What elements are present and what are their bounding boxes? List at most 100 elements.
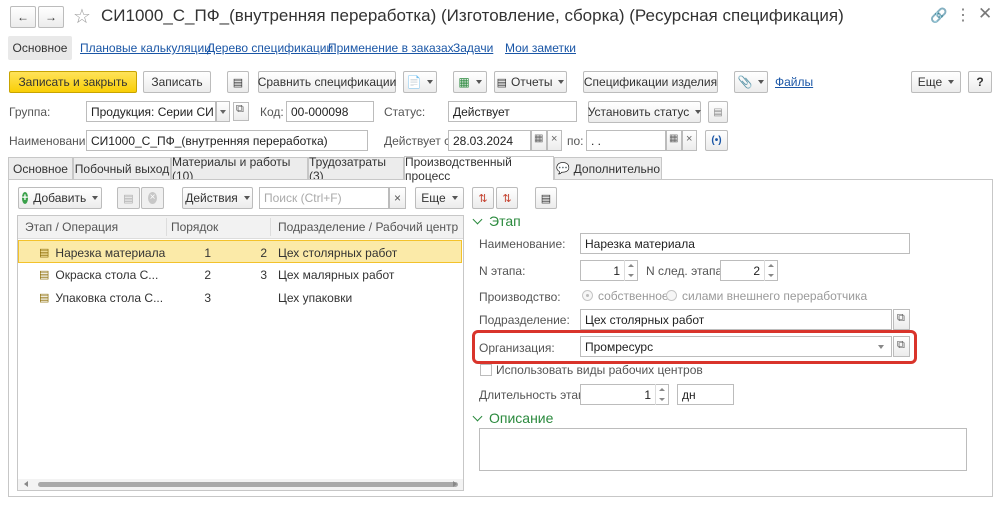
back-button[interactable]: ← bbox=[10, 6, 36, 28]
duration-unit-field[interactable]: дн bbox=[677, 384, 734, 405]
compare-specs-button[interactable]: Сравнить спецификации bbox=[258, 71, 396, 93]
report-button[interactable]: ▤ bbox=[535, 187, 557, 209]
organization-open-button[interactable]: ⧉ bbox=[893, 336, 910, 357]
valid-from-calendar-button[interactable]: ▦ bbox=[531, 130, 547, 151]
add-button[interactable]: + Добавить bbox=[18, 187, 102, 209]
sort-up-icon: ⇅ bbox=[478, 192, 488, 205]
table-row[interactable]: ▤ Нарезка материала 1 2 Цех столярных ра… bbox=[18, 240, 462, 263]
nav-item-plan-calc[interactable]: Плановые калькуляции bbox=[80, 41, 211, 55]
search-clear-button[interactable]: × bbox=[389, 187, 406, 209]
save-button[interactable]: Записать bbox=[143, 71, 211, 93]
order-cell: 2 bbox=[204, 267, 211, 282]
table-row[interactable]: ▤ Окраска стола С... 2 3 Цех малярных ра… bbox=[18, 263, 462, 286]
table-row[interactable]: ▤ Упаковка стола С... 3 Цех упаковки bbox=[18, 286, 462, 309]
name-field[interactable]: СИ1000_С_ПФ_(внутренняя переработка) bbox=[86, 130, 368, 151]
document-list-button[interactable]: ▤ bbox=[227, 71, 249, 93]
scroll-thumb[interactable] bbox=[38, 482, 458, 487]
forward-button[interactable]: → bbox=[38, 6, 64, 28]
description-textarea[interactable] bbox=[479, 428, 967, 471]
group-open-button[interactable]: ⧉ bbox=[233, 102, 249, 121]
open-icon: ⧉ bbox=[897, 339, 905, 351]
tab-production-process[interactable]: Производственный процесс bbox=[404, 155, 554, 183]
valid-to-calendar-button[interactable]: ▦ bbox=[666, 130, 682, 151]
col-order-header[interactable]: Порядок bbox=[171, 217, 218, 237]
history-icon: ▤ bbox=[713, 106, 723, 118]
delete-button[interactable]: × bbox=[141, 187, 164, 209]
valid-to-field[interactable]: . . bbox=[586, 130, 666, 151]
organization-dropdown-icon[interactable] bbox=[878, 345, 884, 349]
clear-icon: × bbox=[394, 191, 402, 205]
more-button[interactable]: Еще bbox=[911, 71, 961, 93]
tab-materials[interactable]: Материалы и работы (10) bbox=[171, 155, 308, 183]
create-doc-icon: 📄 bbox=[406, 75, 422, 89]
tab-labor[interactable]: Трудозатраты (3) bbox=[308, 155, 404, 183]
table-more-button[interactable]: Еще bbox=[415, 187, 464, 209]
favorite-star-icon[interactable]: ☆ bbox=[73, 4, 91, 29]
group-field[interactable]: Продукция: Серии СИ и Т bbox=[86, 101, 216, 122]
close-icon[interactable]: ✕ bbox=[978, 4, 992, 24]
stage-icon: ▤ bbox=[39, 269, 50, 281]
clear-icon: × bbox=[686, 133, 693, 145]
copy-button[interactable]: ▤ bbox=[117, 187, 140, 209]
description-section-title[interactable]: Описание bbox=[472, 410, 553, 426]
nav-item-main[interactable]: Основное bbox=[8, 36, 72, 60]
stage-icon: ▤ bbox=[39, 247, 50, 259]
document-list-icon: ▤ bbox=[232, 76, 244, 89]
stage-number-spinner[interactable] bbox=[624, 260, 636, 281]
next-cell bbox=[219, 286, 267, 309]
use-wc-types-label: Использовать виды рабочих центров bbox=[496, 363, 703, 377]
open-icon: ⧉ bbox=[236, 103, 244, 115]
related-docs-button[interactable]: ▦ bbox=[453, 71, 487, 93]
search-input[interactable]: Поиск (Ctrl+F) bbox=[259, 187, 389, 209]
valid-to-clear-button[interactable]: × bbox=[682, 130, 697, 151]
move-up-button[interactable]: ⇅ bbox=[472, 187, 494, 209]
nav-item-notes[interactable]: Мои заметки bbox=[505, 41, 576, 55]
stage-name-field[interactable]: Нарезка материала bbox=[580, 233, 910, 254]
period-icon: (•) bbox=[711, 135, 722, 146]
duration-label: Длительность этапа: bbox=[479, 388, 595, 402]
code-label: Код: bbox=[260, 105, 284, 119]
code-field[interactable]: 00-000098 bbox=[286, 101, 374, 122]
department-open-button[interactable]: ⧉ bbox=[893, 309, 910, 330]
attachments-button[interactable]: 📎 bbox=[734, 71, 768, 93]
move-down-button[interactable]: ⇅ bbox=[496, 187, 518, 209]
valid-from-field[interactable]: 28.03.2024 bbox=[448, 130, 531, 151]
tab-byproduct[interactable]: Побочный выход bbox=[73, 157, 171, 179]
next-stage-label: N след. этапа: bbox=[646, 264, 726, 278]
files-link[interactable]: Файлы bbox=[775, 75, 813, 89]
col-stage-header[interactable]: Этап / Операция bbox=[25, 217, 118, 237]
radio-own-production[interactable] bbox=[582, 290, 593, 301]
to-label: по: bbox=[567, 134, 584, 148]
save-and-close-button[interactable]: Записать и закрыть bbox=[9, 71, 137, 93]
radio-external-production[interactable] bbox=[666, 290, 677, 301]
scroll-left-arrow[interactable] bbox=[24, 481, 28, 487]
next-stage-spinner[interactable] bbox=[764, 260, 776, 281]
help-button[interactable]: ? bbox=[968, 71, 992, 93]
col-dept-header[interactable]: Подразделение / Рабочий центр bbox=[278, 217, 458, 237]
reports-button[interactable]: ▤ Отчеты bbox=[494, 71, 567, 93]
stage-cell: ▤ Окраска стола С... bbox=[39, 267, 159, 282]
organization-field[interactable]: Промресурс bbox=[580, 336, 892, 357]
create-based-button[interactable]: 📄 bbox=[403, 71, 437, 93]
stage-section-title[interactable]: Этап bbox=[472, 213, 521, 229]
duration-spinner[interactable] bbox=[655, 384, 667, 405]
product-specs-button[interactable]: Спецификации изделия bbox=[583, 71, 718, 93]
nav-item-usage-orders[interactable]: Применение в заказах bbox=[328, 41, 454, 55]
col-divider bbox=[270, 218, 271, 236]
scroll-right-arrow[interactable] bbox=[453, 481, 457, 487]
horizontal-scrollbar[interactable] bbox=[18, 479, 463, 490]
status-history-button[interactable]: ▤ bbox=[708, 101, 728, 123]
tab-main[interactable]: Основное bbox=[8, 157, 73, 179]
valid-from-clear-button[interactable]: × bbox=[547, 130, 562, 151]
department-field[interactable]: Цех столярных работ bbox=[580, 309, 892, 330]
more-vertical-icon[interactable]: ⋮ bbox=[955, 5, 971, 25]
tab-additional[interactable]: 💬 Дополнительно bbox=[554, 157, 662, 179]
link-icon[interactable]: 🔗 bbox=[930, 7, 947, 24]
nav-item-spec-tree[interactable]: Дерево спецификации bbox=[207, 41, 333, 55]
use-wc-types-checkbox[interactable] bbox=[480, 364, 492, 376]
group-dropdown-button[interactable] bbox=[216, 101, 230, 122]
period-button[interactable]: (•) bbox=[705, 130, 728, 151]
nav-item-tasks[interactable]: Задачи bbox=[453, 41, 493, 55]
actions-button[interactable]: Действия bbox=[182, 187, 253, 209]
set-status-button[interactable]: Установить статус bbox=[588, 101, 701, 123]
